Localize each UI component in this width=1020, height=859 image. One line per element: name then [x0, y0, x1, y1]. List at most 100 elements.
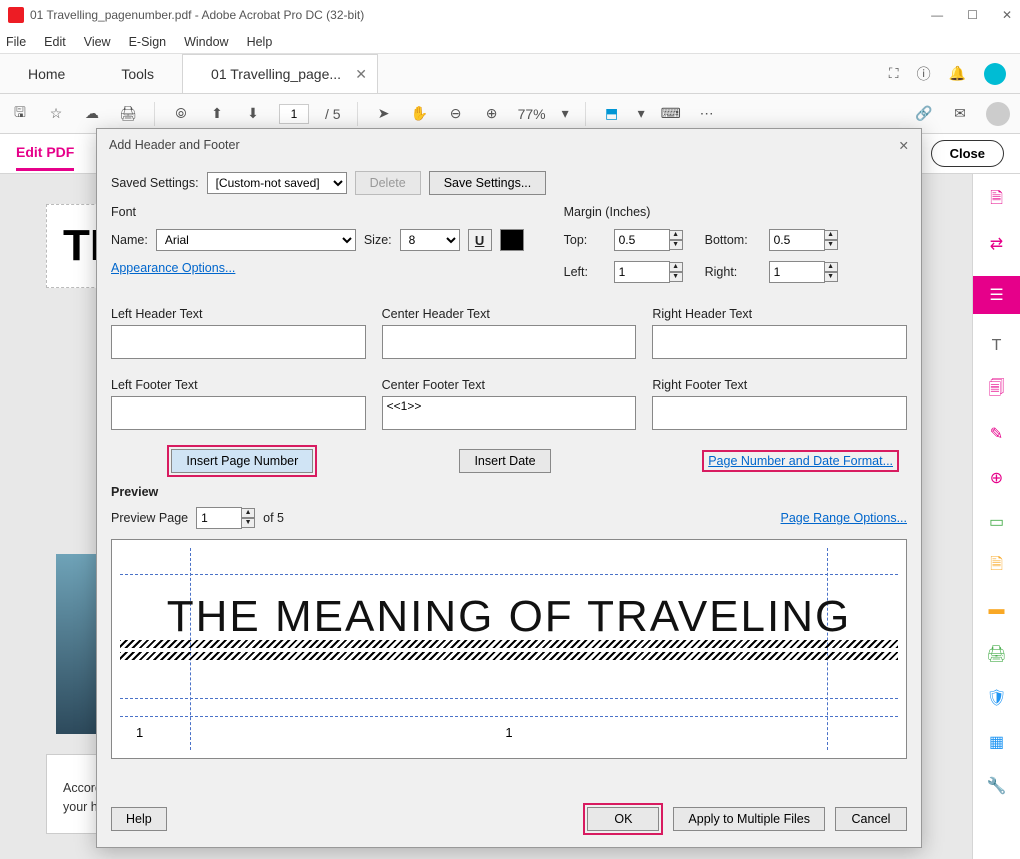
font-size-select[interactable]: 8	[400, 229, 460, 251]
close-button[interactable]: Close	[931, 140, 1004, 167]
profile-icon[interactable]	[986, 102, 1010, 126]
minimize-icon[interactable]: —	[931, 8, 943, 22]
right-footer-input[interactable]	[652, 396, 907, 430]
spin-up-icon[interactable]: ▲	[669, 262, 683, 272]
maximize-icon[interactable]: ☐	[967, 8, 978, 22]
keyboard-icon[interactable]: ⌨	[661, 104, 681, 124]
center-footer-input[interactable]: <<1>>	[382, 396, 637, 430]
menu-esign[interactable]: E-Sign	[129, 35, 167, 49]
center-header-input[interactable]	[382, 325, 637, 359]
spin-down-icon[interactable]: ▼	[241, 518, 255, 528]
tool-sign-icon[interactable]: ✎	[985, 422, 1009, 446]
preview-page-input[interactable]	[196, 507, 242, 529]
save-settings-button[interactable]: Save Settings...	[429, 171, 547, 195]
tool-create-pdf-icon[interactable]: 🗎	[985, 188, 1009, 212]
right-header-input[interactable]	[652, 325, 907, 359]
delete-button[interactable]: Delete	[355, 171, 421, 195]
top-label: Top:	[564, 233, 606, 247]
star-icon[interactable]: ☆	[46, 104, 66, 124]
tab-home[interactable]: Home	[0, 54, 93, 93]
tool-text-icon[interactable]: T	[985, 334, 1009, 358]
insert-date-button[interactable]: Insert Date	[459, 449, 550, 473]
app-tabs: Home Tools 01 Travelling_page... ✕ ⛶ ⓘ 🔔	[0, 54, 1020, 94]
menu-view[interactable]: View	[84, 35, 111, 49]
bottom-input[interactable]	[769, 229, 825, 251]
spin-down-icon[interactable]: ▼	[824, 272, 838, 282]
save-icon[interactable]: 🖫	[10, 104, 30, 124]
page-number-date-format-link[interactable]: Page Number and Date Format...	[708, 454, 893, 468]
spin-down-icon[interactable]: ▼	[669, 240, 683, 250]
screen-icon[interactable]: ⛶	[889, 65, 899, 82]
menu-edit[interactable]: Edit	[44, 35, 66, 49]
spin-down-icon[interactable]: ▼	[669, 272, 683, 282]
tool-scan-icon[interactable]: 🖨	[985, 642, 1009, 666]
page-input[interactable]	[279, 104, 309, 124]
arrow-up-icon[interactable]: ⬆	[207, 104, 227, 124]
spin-up-icon[interactable]: ▲	[669, 230, 683, 240]
mail-icon[interactable]: ✉	[950, 104, 970, 124]
left-header-input[interactable]	[111, 325, 366, 359]
underline-icon[interactable]: U	[468, 229, 492, 251]
more-icon[interactable]: ⋯	[697, 104, 717, 124]
bell-icon[interactable]: 🔔	[949, 65, 966, 82]
tool-combine-icon[interactable]: ⊕	[985, 466, 1009, 490]
preview-label: Preview	[111, 485, 907, 499]
insert-page-number-button[interactable]: Insert Page Number	[171, 449, 313, 473]
avatar[interactable]	[984, 63, 1006, 85]
spin-up-icon[interactable]: ▲	[824, 262, 838, 272]
tool-comment-icon[interactable]: ▬	[985, 598, 1009, 622]
tool-export-icon[interactable]: ⇄	[985, 232, 1009, 256]
ok-button[interactable]: OK	[587, 807, 659, 831]
apply-multiple-button[interactable]: Apply to Multiple Files	[673, 807, 825, 831]
menu-help[interactable]: Help	[247, 35, 273, 49]
tool-edit-icon[interactable]: ☰	[973, 276, 1020, 314]
font-name-select[interactable]: Arial	[156, 229, 356, 251]
tool-redact-icon[interactable]: ▭	[985, 510, 1009, 534]
mode-edit-pdf[interactable]: Edit PDF	[16, 136, 74, 171]
zoom-fit-icon[interactable]: ⦾	[171, 104, 191, 124]
right-input[interactable]	[769, 261, 825, 283]
preview-page-label: Preview Page	[111, 511, 188, 525]
font-color-picker[interactable]	[500, 229, 524, 251]
tab-close-icon[interactable]: ✕	[355, 66, 367, 83]
print-icon[interactable]: 🖨	[118, 104, 138, 124]
tool-organize-icon[interactable]: 🗐	[985, 378, 1009, 402]
spin-up-icon[interactable]: ▲	[824, 230, 838, 240]
top-input[interactable]	[614, 229, 670, 251]
arrow-down-icon[interactable]: ⬇	[243, 104, 263, 124]
chevron-down-icon[interactable]: ▾	[562, 105, 569, 122]
appearance-options-link[interactable]: Appearance Options...	[111, 261, 235, 275]
tab-document[interactable]: 01 Travelling_page... ✕	[182, 54, 378, 93]
app-icon	[8, 7, 24, 23]
tool-media-icon[interactable]: ▦	[985, 730, 1009, 754]
left-footer-input[interactable]	[111, 396, 366, 430]
close-icon[interactable]: ✕	[1002, 8, 1012, 22]
pointer-icon[interactable]: ➤	[374, 104, 394, 124]
zoom-in-icon[interactable]: ⊕	[482, 104, 502, 124]
cancel-button[interactable]: Cancel	[835, 807, 907, 831]
left-label: Left:	[564, 265, 606, 279]
tab-tools[interactable]: Tools	[93, 54, 182, 93]
link-icon[interactable]: 🔗	[914, 104, 934, 124]
menu-file[interactable]: File	[6, 35, 26, 49]
preview-headline: THE MEANING OF TRAVELING	[162, 592, 856, 642]
hand-icon[interactable]: ✋	[410, 104, 430, 124]
spin-down-icon[interactable]: ▼	[824, 240, 838, 250]
cloud-icon[interactable]: ☁	[82, 104, 102, 124]
tool-more-icon[interactable]: 🔧	[985, 774, 1009, 798]
spin-up-icon[interactable]: ▲	[241, 508, 255, 518]
left-input[interactable]	[614, 261, 670, 283]
menu-window[interactable]: Window	[184, 35, 228, 49]
saved-settings-select[interactable]: [Custom-not saved]	[207, 172, 347, 194]
chevron-down-icon[interactable]: ▾	[638, 105, 645, 122]
dialog-close-icon[interactable]: ✕	[899, 138, 909, 153]
tool-protect-icon[interactable]: 🛡	[985, 686, 1009, 710]
help-icon[interactable]: ⓘ	[917, 64, 931, 84]
page-view-icon[interactable]: ⬒	[602, 104, 622, 124]
tab-document-label: 01 Travelling_page...	[211, 66, 341, 82]
zoom-level[interactable]: 77%	[518, 106, 546, 122]
zoom-out-icon[interactable]: ⊖	[446, 104, 466, 124]
help-button[interactable]: Help	[111, 807, 167, 831]
page-range-options-link[interactable]: Page Range Options...	[781, 511, 907, 525]
tool-compress-icon[interactable]: 🗎	[985, 554, 1009, 578]
